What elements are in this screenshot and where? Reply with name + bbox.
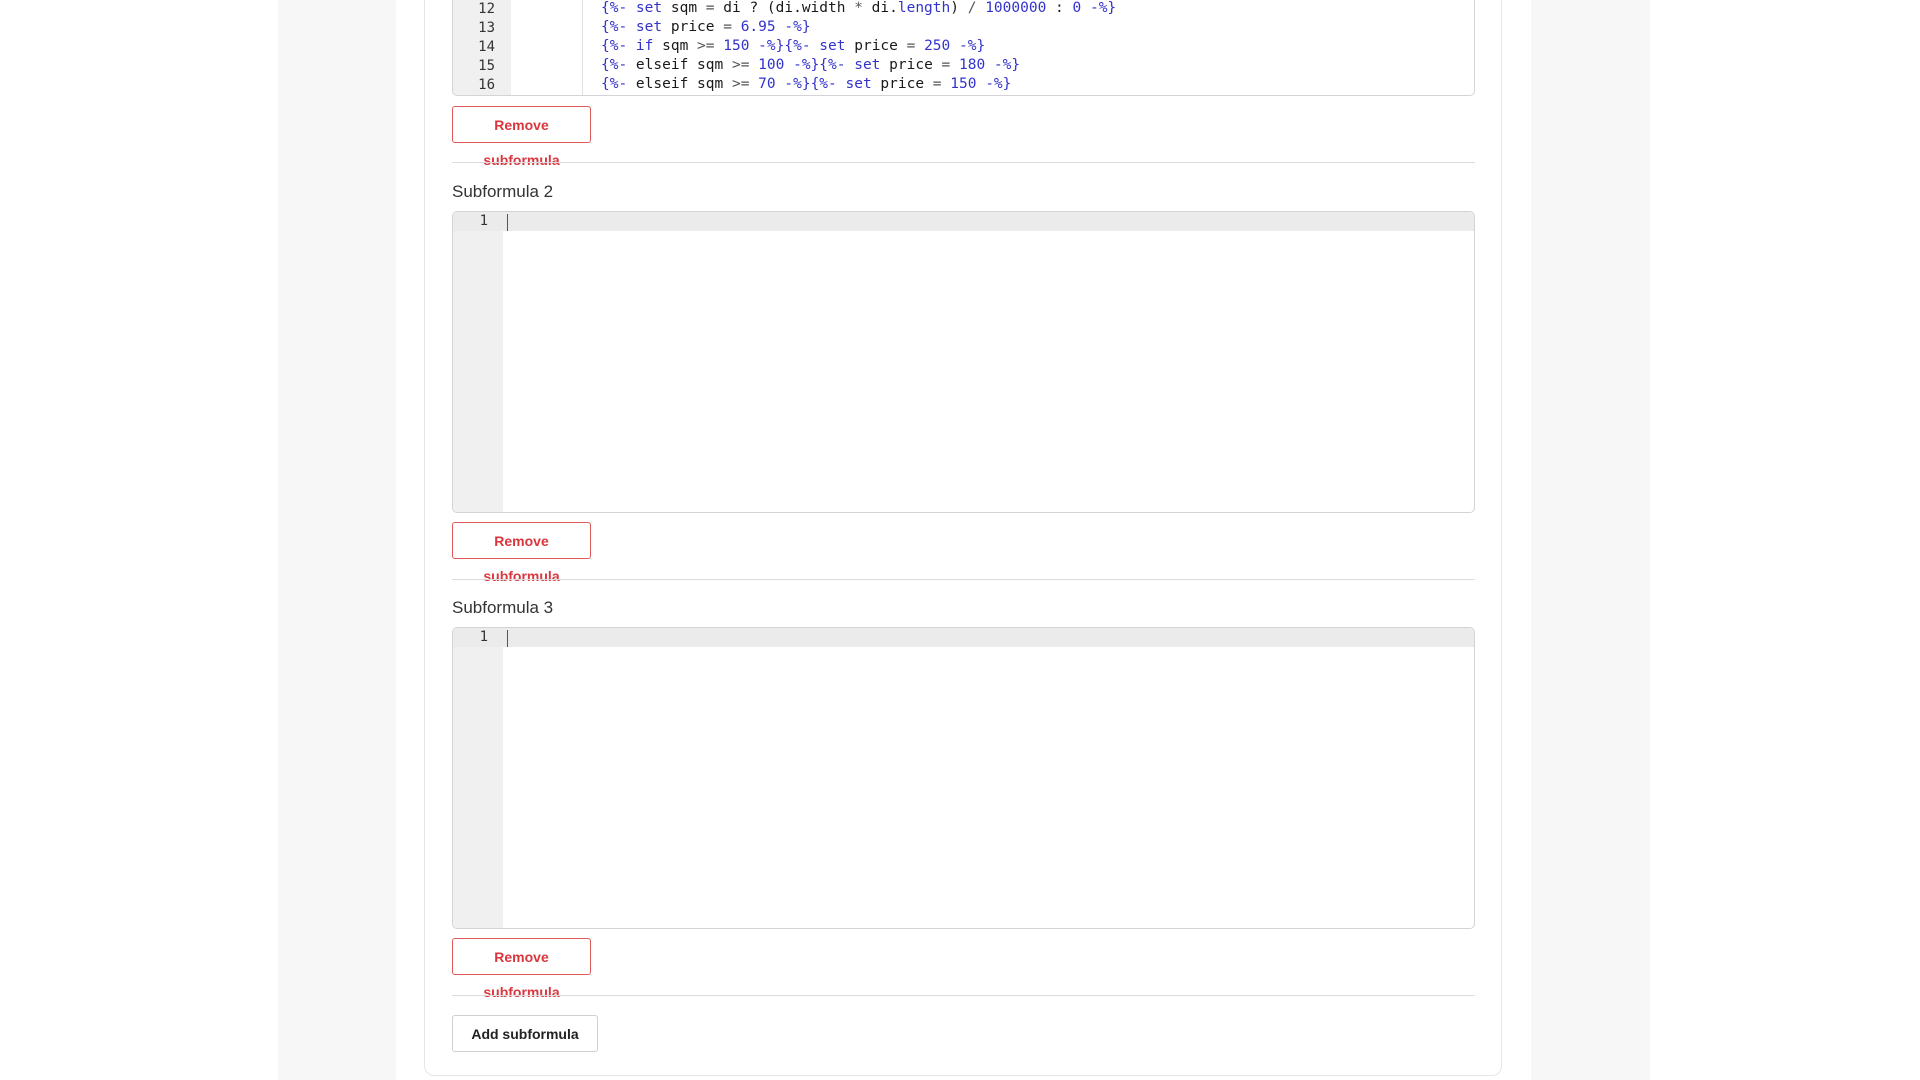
code-line: {%- elseif sqm >= 70 -%}{%- set price = … xyxy=(601,76,1012,92)
code-line: {%- elseif sqm >= 100 -%}{%- set price =… xyxy=(601,57,1021,73)
remove-subformula-3-button[interactable]: Remove subformula xyxy=(452,938,591,1000)
line-number: 1 xyxy=(479,213,488,229)
add-subformula-button[interactable]: Add subformula xyxy=(452,1015,598,1052)
active-line-highlight xyxy=(453,628,1474,647)
fold-gutter xyxy=(511,0,583,95)
line-number-gutter xyxy=(453,212,503,512)
section-divider xyxy=(452,579,1475,580)
subformula-2-title: Subformula 2 xyxy=(452,182,554,201)
code-line: {%- set price = 6.95 -%} xyxy=(601,19,811,35)
code-line: {%- set sqm = di ? (di.width * di.length… xyxy=(601,0,1117,16)
line-number: 16 xyxy=(478,77,495,93)
code-line: {%- if sqm >= 150 -%}{%- set price = 250… xyxy=(601,38,986,54)
subformula-1-editor[interactable]: 12 13 14 15 16 {%- set sqm = di ? (di.wi… xyxy=(452,0,1475,96)
line-number: 12 xyxy=(478,1,495,17)
text-cursor xyxy=(507,214,508,231)
subformula-2-editor[interactable]: 1 xyxy=(452,211,1475,513)
page-background-left xyxy=(0,0,278,1080)
text-cursor xyxy=(507,630,508,647)
line-number-gutter xyxy=(453,628,503,928)
section-divider xyxy=(452,995,1475,996)
subformula-3-editor[interactable]: 1 xyxy=(452,627,1475,929)
line-number: 1 xyxy=(479,629,488,645)
line-number-gutter: 12 13 14 15 16 xyxy=(453,0,512,95)
active-line-highlight xyxy=(453,212,1474,231)
remove-subformula-1-button[interactable]: Remove subformula xyxy=(452,106,591,168)
line-number: 13 xyxy=(478,20,495,36)
subformula-3-title: Subformula 3 xyxy=(452,598,554,617)
remove-subformula-2-button[interactable]: Remove subformula xyxy=(452,522,591,584)
section-divider xyxy=(452,162,1475,163)
line-number: 15 xyxy=(478,58,495,74)
line-number: 14 xyxy=(478,39,495,55)
